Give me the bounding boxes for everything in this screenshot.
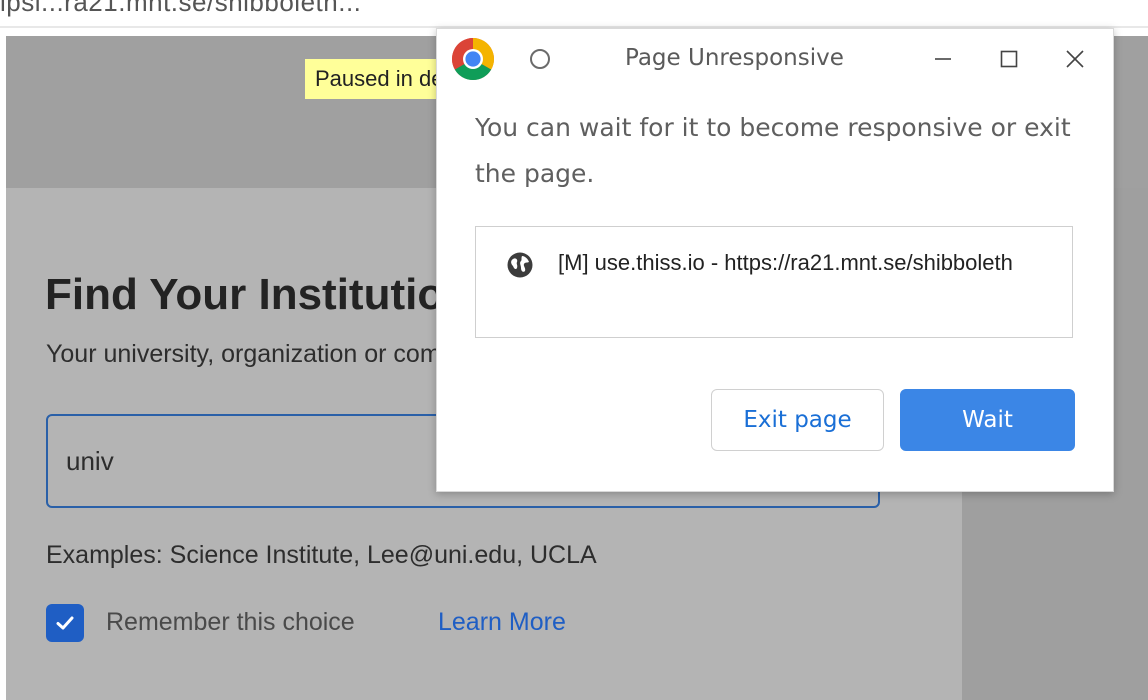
minimize-button[interactable] bbox=[923, 41, 963, 77]
search-examples: Examples: Science Institute, Lee@uni.edu… bbox=[46, 541, 597, 569]
list-item-label: [M] use.thiss.io - https://ra21.mnt.se/s… bbox=[558, 250, 1013, 275]
checkmark-icon bbox=[56, 616, 74, 630]
circle-icon bbox=[530, 49, 550, 69]
page-unresponsive-dialog: Page Unresponsive You can wait for it to… bbox=[436, 28, 1114, 492]
learn-more-link[interactable]: Learn More bbox=[438, 608, 566, 637]
maximize-icon bbox=[1000, 50, 1018, 68]
remember-choice-label: Remember this choice bbox=[106, 608, 355, 636]
page-subtitle: Your university, organization or company bbox=[46, 340, 495, 368]
address-bar-strip: ipsi...ra21.mnt.se/shibboleth... bbox=[0, 0, 1148, 28]
close-icon bbox=[1066, 50, 1084, 68]
globe-icon bbox=[507, 252, 533, 278]
wait-button[interactable]: Wait bbox=[900, 389, 1075, 451]
paused-in-debugger-badge: Paused in debugger bbox=[305, 59, 447, 99]
list-item: [M] use.thiss.io - https://ra21.mnt.se/s… bbox=[476, 227, 1072, 297]
url-text: ipsi...ra21.mnt.se/shibboleth... bbox=[0, 0, 362, 17]
minimize-icon bbox=[935, 58, 951, 60]
remember-choice-row: Remember this choice Learn More bbox=[46, 604, 646, 646]
chrome-logo-icon bbox=[451, 37, 495, 81]
dialog-message: You can wait for it to become responsive… bbox=[475, 113, 1071, 188]
dialog-title: Page Unresponsive bbox=[625, 45, 844, 71]
dialog-titlebar[interactable]: Page Unresponsive bbox=[437, 29, 1113, 89]
page-title: Find Your Institution bbox=[45, 270, 472, 319]
remember-choice-checkbox[interactable] bbox=[46, 604, 84, 642]
maximize-button[interactable] bbox=[989, 41, 1029, 77]
exit-page-button[interactable]: Exit page bbox=[711, 389, 884, 451]
close-button[interactable] bbox=[1055, 41, 1095, 77]
text-fade bbox=[1028, 227, 1072, 297]
unresponsive-pages-list: [M] use.thiss.io - https://ra21.mnt.se/s… bbox=[475, 226, 1073, 338]
